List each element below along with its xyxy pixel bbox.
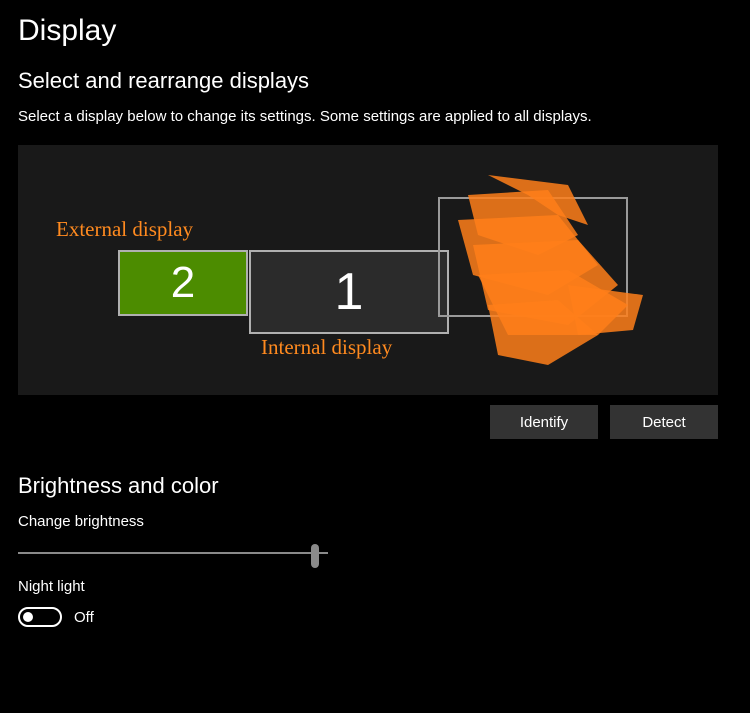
page-title: Display <box>18 14 732 48</box>
night-light-row: Off <box>18 607 732 627</box>
display-tile-2[interactable]: 2 <box>118 250 248 316</box>
night-light-label: Night light <box>18 578 732 595</box>
section-heading-brightness: Brightness and color <box>18 473 732 499</box>
identify-button[interactable]: Identify <box>490 405 598 439</box>
arrange-button-row: Identify Detect <box>18 405 718 439</box>
night-light-state: Off <box>74 609 94 626</box>
slider-thumb[interactable] <box>311 544 319 568</box>
detect-button[interactable]: Detect <box>610 405 718 439</box>
section-heading-arrange: Select and rearrange displays <box>18 68 732 94</box>
brightness-slider[interactable] <box>18 542 328 566</box>
display-drag-ghost <box>438 197 628 317</box>
annotation-external: External display <box>56 217 193 242</box>
toggle-knob <box>23 612 33 622</box>
display-arrangement-area[interactable]: 2 1 External display Internal display <box>18 145 718 395</box>
slider-track <box>18 552 328 554</box>
annotation-internal: Internal display <box>261 335 392 360</box>
display-number: 1 <box>335 262 364 322</box>
display-tile-1[interactable]: 1 <box>249 250 449 334</box>
display-number: 2 <box>171 258 195 308</box>
arrange-description: Select a display below to change its set… <box>18 108 732 125</box>
night-light-toggle[interactable] <box>18 607 62 627</box>
change-brightness-label: Change brightness <box>18 513 732 530</box>
